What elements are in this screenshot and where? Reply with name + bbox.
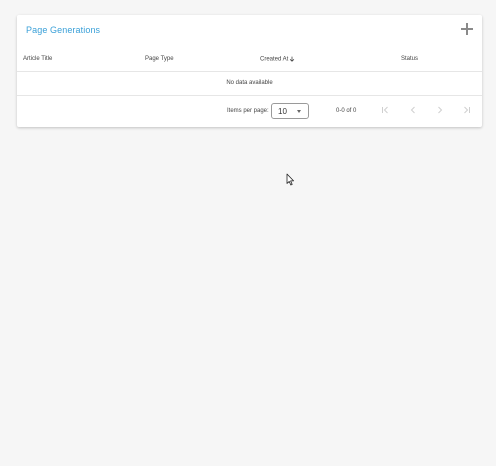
last-page-button[interactable] [462,105,472,115]
items-per-page-label: Items per page: [227,108,269,114]
table-header-row: Article Title Page Type Created At Statu… [17,47,482,72]
caret-down-icon [297,110,301,113]
mouse-cursor-icon [286,173,294,186]
page-generations-card: Page Generations Article Title Page Type… [17,15,482,127]
column-header-created-at[interactable]: Created At [260,56,295,63]
first-page-button[interactable] [380,105,390,115]
previous-page-button[interactable] [408,105,418,115]
data-table: Article Title Page Type Created At Statu… [17,47,482,96]
column-header-status[interactable]: Status [401,56,418,62]
table-body: No data available [17,72,482,96]
column-header-created-at-label: Created At [260,56,289,63]
chevron-left-icon [410,106,415,114]
empty-message: No data available [226,80,273,86]
card-header: Page Generations [17,15,482,47]
arrow-down-icon [290,56,295,62]
column-header-article-title[interactable]: Article Title [23,56,52,62]
column-header-page-type[interactable]: Page Type [145,56,174,62]
add-button[interactable] [461,23,473,35]
first-page-icon [382,106,388,114]
items-per-page-value: 10 [278,107,287,116]
next-page-button[interactable] [435,105,445,115]
paginator: Items per page: 10 0-0 of 0 [17,96,482,127]
chevron-right-icon [438,106,443,114]
range-label: 0-0 of 0 [336,108,357,114]
last-page-icon [464,106,470,114]
items-per-page-select[interactable]: 10 [271,103,309,119]
card-title: Page Generations [26,25,101,35]
